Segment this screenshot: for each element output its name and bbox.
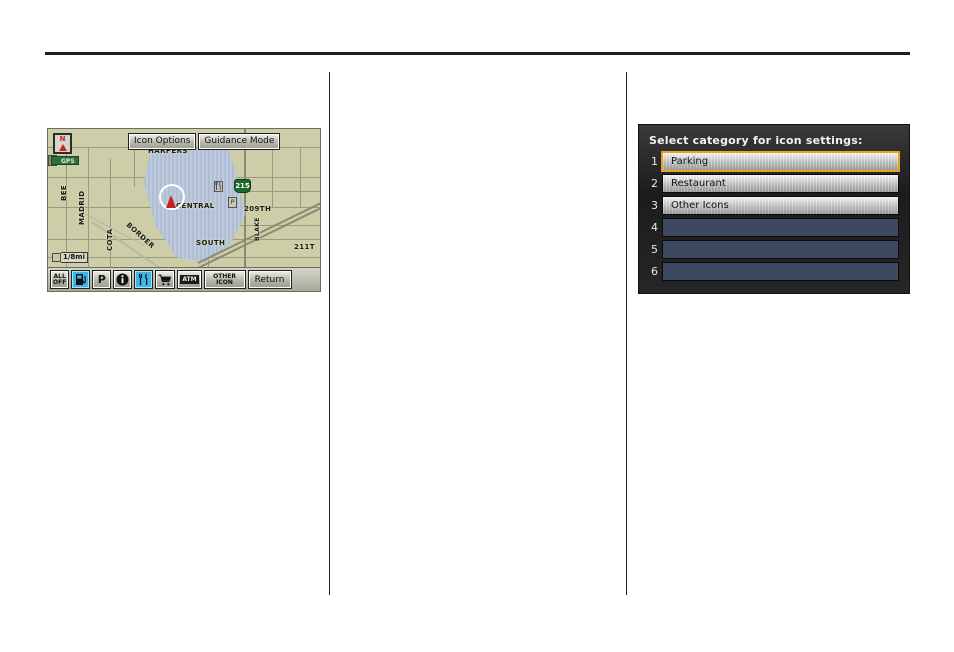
- restaurant-button[interactable]: [134, 270, 154, 289]
- gps-status-badge: GPS: [51, 156, 79, 165]
- icon-settings-menu-screen: Select category for icon settings: 1 Par…: [638, 124, 910, 294]
- icon-options-button[interactable]: Icon Options: [128, 133, 197, 150]
- return-button[interactable]: Return: [247, 270, 292, 289]
- list-item: 2 Restaurant: [647, 173, 899, 193]
- list-item: 6: [647, 261, 899, 281]
- info-button[interactable]: [113, 270, 133, 289]
- compass-letter: N: [59, 135, 66, 143]
- list-item-number: 2: [651, 176, 658, 190]
- column-divider-right: [626, 72, 627, 595]
- map-scale-label: 1/8mi: [61, 252, 88, 263]
- parking-icon: P: [97, 273, 106, 286]
- map-scale-bar: [52, 253, 61, 262]
- list-item: 5: [647, 239, 899, 259]
- category-item-empty-6[interactable]: [662, 261, 899, 281]
- category-item-empty-5[interactable]: [662, 239, 899, 259]
- list-item: 1 Parking: [647, 150, 900, 172]
- shopping-cart-icon: [158, 274, 172, 286]
- map-label: MADRID: [78, 190, 86, 225]
- map-grid-line: [300, 147, 301, 207]
- fork-knife-icon: [138, 273, 150, 286]
- gas-station-button[interactable]: [71, 270, 91, 289]
- map-canvas[interactable]: BEE MADRID COTA BORDER HARPERS CENTRAL S…: [48, 129, 320, 291]
- map-scale: 1/8mi: [52, 252, 88, 263]
- map-grid-line: [110, 159, 111, 269]
- navigation-top-buttons: Icon Options Guidance Mode: [128, 133, 281, 150]
- parking-poi-icon[interactable]: P: [228, 197, 237, 208]
- list-item-number: 4: [651, 220, 658, 234]
- map-grid-line: [88, 147, 89, 269]
- shopping-button[interactable]: [155, 270, 176, 289]
- map-major-road: [244, 129, 246, 269]
- info-icon: [116, 273, 129, 286]
- highway-shield-icon: 215: [234, 179, 251, 193]
- map-label: SOUTH: [196, 239, 226, 247]
- map-label: BLAKE: [254, 217, 261, 241]
- all-off-button[interactable]: ALL OFF: [50, 270, 70, 289]
- map-label: 211T: [294, 243, 315, 251]
- list-item-number: 6: [651, 264, 658, 278]
- list-item-number: 1: [651, 154, 658, 168]
- map-label: COTA: [106, 228, 114, 251]
- category-item-parking[interactable]: Parking: [661, 150, 900, 172]
- other-icon-button[interactable]: OTHER ICON: [203, 270, 246, 289]
- map-label: BEE: [60, 184, 68, 201]
- gas-pump-icon: [75, 273, 87, 286]
- poi-icon-toolbar: ALL OFF P ATM OTHER ICON Return: [48, 267, 320, 291]
- restaurant-poi-icon[interactable]: [214, 181, 223, 192]
- list-item-number: 5: [651, 242, 658, 256]
- navigation-map-screen: BEE MADRID COTA BORDER HARPERS CENTRAL S…: [47, 128, 321, 292]
- page-header-rule: [45, 52, 910, 55]
- vehicle-position-arrow-icon: [166, 195, 176, 208]
- map-label: 209TH: [244, 205, 272, 213]
- map-grid-line: [272, 147, 273, 207]
- guidance-mode-button[interactable]: Guidance Mode: [198, 133, 281, 150]
- category-item-empty-4[interactable]: [662, 217, 899, 237]
- list-item: 3 Other Icons: [647, 195, 899, 215]
- column-divider-left: [329, 72, 330, 595]
- atm-button[interactable]: ATM: [177, 270, 202, 289]
- category-item-restaurant[interactable]: Restaurant: [662, 173, 899, 193]
- map-grid-line: [134, 147, 135, 187]
- list-item: 4: [647, 217, 899, 237]
- north-arrow-icon: N: [53, 133, 72, 154]
- compass-needle: [58, 144, 67, 151]
- parking-button[interactable]: P: [92, 270, 112, 289]
- menu-title: Select category for icon settings:: [649, 134, 863, 147]
- atm-icon: ATM: [180, 275, 199, 284]
- category-item-other-icons[interactable]: Other Icons: [662, 195, 899, 215]
- list-item-number: 3: [651, 198, 658, 212]
